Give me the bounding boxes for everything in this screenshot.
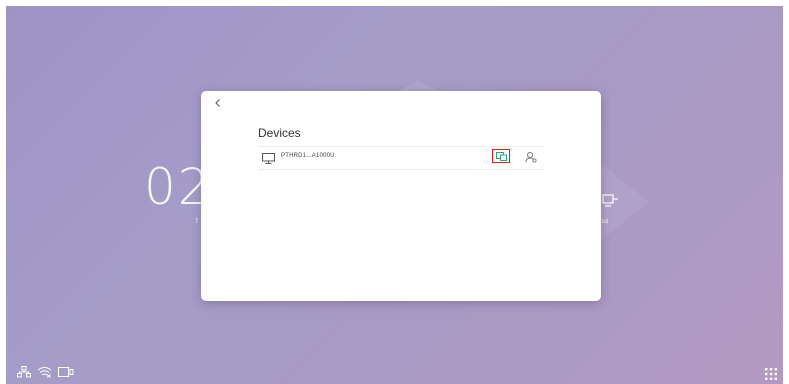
devices-dialog: Devices PTHRD1...A1000U — [201, 91, 601, 301]
network-icon[interactable] — [17, 365, 31, 383]
status-bar — [17, 365, 74, 383]
screen-mirror-icon[interactable] — [58, 365, 74, 383]
device-row[interactable]: PTHRD1...A1000U — [258, 146, 544, 170]
output-label: out — [600, 219, 609, 225]
user-settings-icon — [525, 152, 537, 163]
monitor-icon — [262, 151, 275, 169]
wifi-off-icon[interactable] — [37, 365, 52, 383]
device-name: PTHRD1...A1000U — [281, 153, 335, 159]
output-icon — [602, 193, 620, 214]
dialog-title: Devices — [258, 126, 301, 140]
screen-share-icon — [496, 152, 507, 161]
chevron-left-icon — [215, 99, 220, 107]
clock-sub-label: T — [195, 219, 199, 225]
screen-share-button[interactable] — [492, 149, 510, 163]
user-settings-button[interactable] — [525, 150, 537, 168]
back-button[interactable] — [213, 97, 227, 111]
apps-grid-icon[interactable] — [765, 367, 777, 384]
